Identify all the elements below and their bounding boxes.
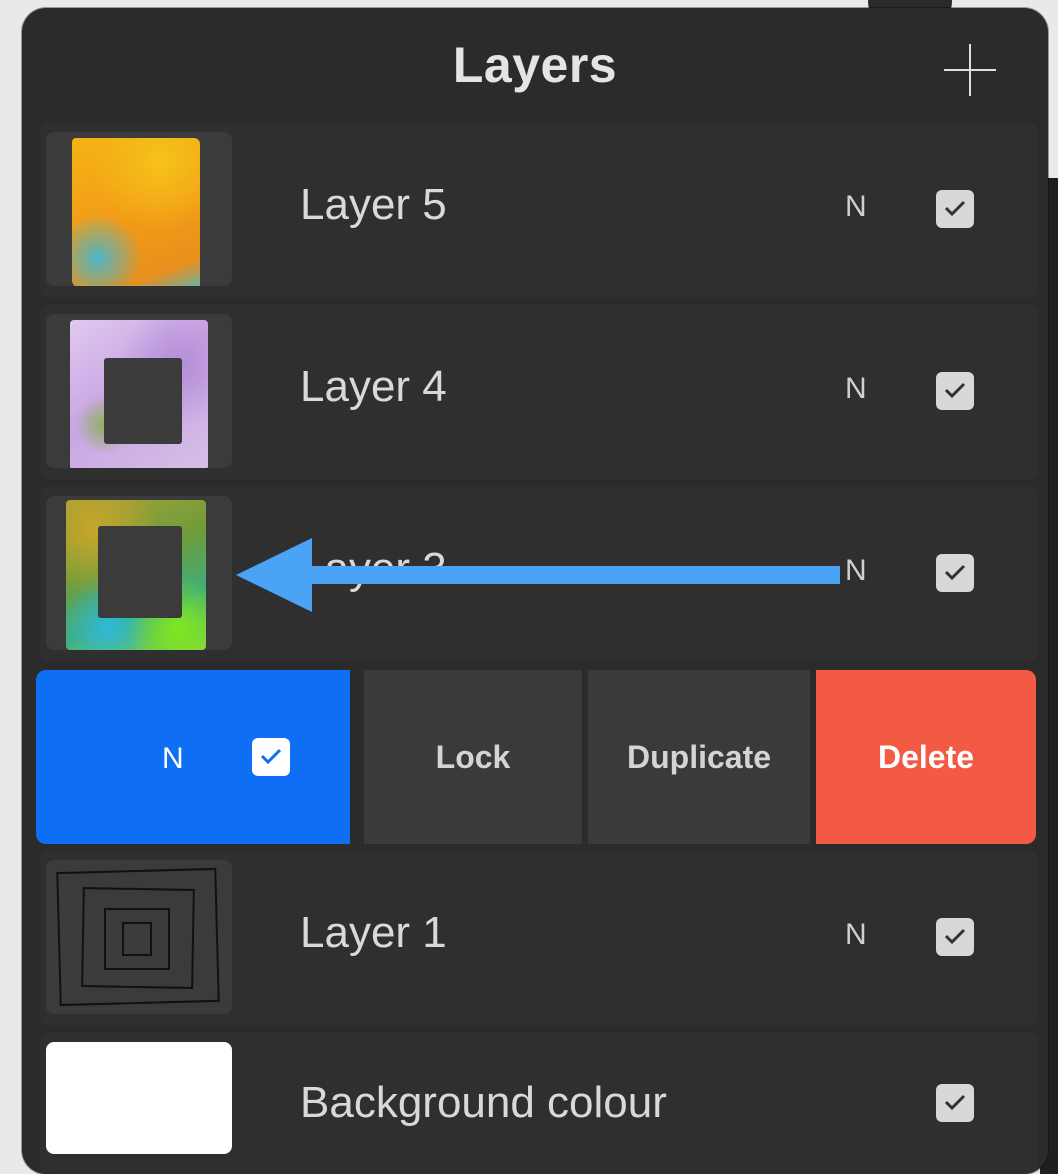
layer-row-1[interactable]: Layer 1 N [40, 850, 1038, 1026]
thumbnail-paint [72, 138, 200, 286]
thumbnail-sketch [122, 922, 152, 956]
layer-name: Layer 4 [300, 362, 447, 411]
background-colour-row[interactable]: Background colour [40, 1032, 1038, 1174]
background-swatch[interactable] [46, 1042, 232, 1154]
checkmark-icon [260, 748, 282, 765]
selected-layer-row[interactable]: N [36, 670, 350, 844]
layer-name: Background colour [300, 1078, 667, 1127]
checkmark-icon [944, 564, 966, 581]
blend-mode[interactable]: N [845, 554, 867, 588]
visibility-checkbox[interactable] [936, 554, 974, 592]
layer-row-4[interactable]: Layer 4 N [40, 304, 1038, 480]
lock-button[interactable]: Lock [364, 670, 582, 844]
checkmark-icon [944, 382, 966, 399]
visibility-checkbox[interactable] [936, 372, 974, 410]
blend-mode[interactable]: N [845, 190, 867, 224]
thumbnail-hole [104, 358, 182, 444]
blend-mode[interactable]: N [845, 918, 867, 952]
visibility-checkbox[interactable] [936, 190, 974, 228]
checkmark-icon [944, 1094, 966, 1111]
thumbnail-hole [98, 526, 182, 618]
layer-thumbnail [46, 314, 232, 468]
layer-row-3[interactable]: Layer 3 N [40, 486, 1038, 662]
layer-name: Layer 1 [300, 908, 447, 957]
visibility-checkbox[interactable] [936, 918, 974, 956]
checkmark-icon [944, 200, 966, 217]
visibility-checkbox[interactable] [936, 1084, 974, 1122]
blend-mode[interactable]: N [162, 742, 184, 776]
layer-thumbnail [46, 860, 232, 1014]
layers-panel: Layers Layer 5 N Layer 4 N Layer 3 N N L… [22, 8, 1048, 1174]
layer-row-5[interactable]: Layer 5 N [40, 122, 1038, 298]
duplicate-button[interactable]: Duplicate [588, 670, 810, 844]
add-layer-plus-icon[interactable] [940, 40, 1000, 100]
layer-name: Layer 3 [300, 544, 447, 593]
panel-title: Layers [452, 37, 618, 93]
layer-thumbnail [46, 132, 232, 286]
checkmark-icon [944, 928, 966, 945]
visibility-checkbox[interactable] [252, 738, 290, 776]
layer-thumbnail [46, 496, 232, 650]
delete-button[interactable]: Delete [816, 670, 1036, 844]
layer-name: Layer 5 [300, 180, 447, 229]
blend-mode[interactable]: N [845, 372, 867, 406]
